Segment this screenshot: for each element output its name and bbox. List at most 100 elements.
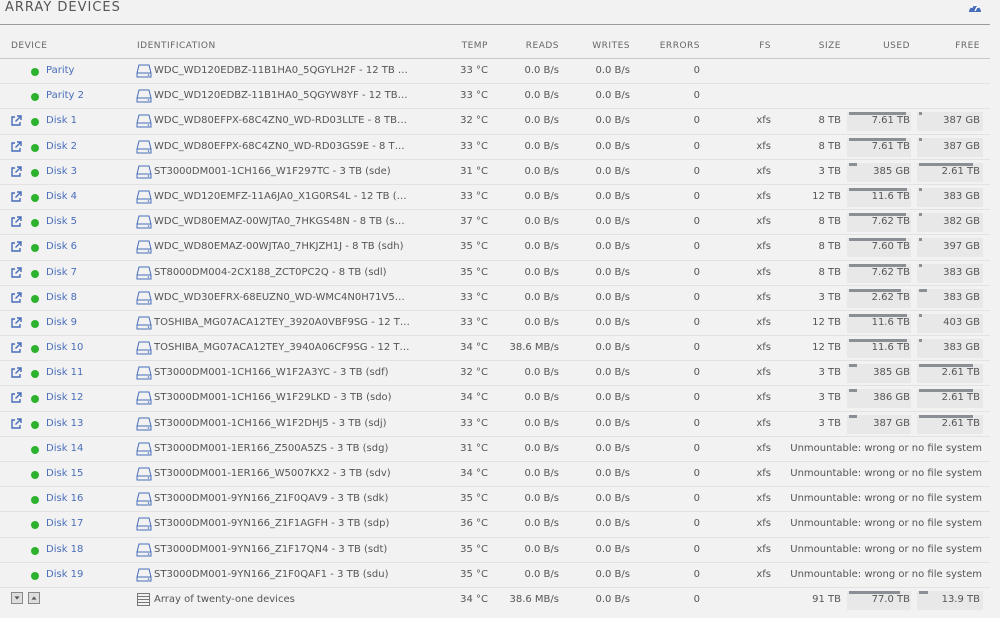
device-name-link[interactable]: Disk 13 xyxy=(46,418,83,429)
hard-drive-icon xyxy=(136,190,152,204)
device-used: 11.6 TB xyxy=(871,316,910,328)
device-used: 2.62 TB xyxy=(871,291,910,303)
status-dot-icon xyxy=(31,68,39,76)
device-fs: xfs xyxy=(756,543,771,555)
device-fs: xfs xyxy=(756,442,771,454)
expand-up-button[interactable] xyxy=(28,591,40,604)
device-reads: 0.0 B/s xyxy=(524,266,559,278)
device-name-link[interactable]: Parity 2 xyxy=(46,90,84,101)
device-name-link[interactable]: Disk 16 xyxy=(46,493,83,504)
device-name-link[interactable]: Disk 8 xyxy=(46,292,77,303)
table-row: Disk 2 WDC_WD80EFPX-68C4ZN0_WD-RD03GS9E -… xyxy=(0,135,990,160)
device-errors: 0 xyxy=(693,291,700,303)
device-free: 383 GB xyxy=(943,266,980,278)
table-row: Disk 14 ST3000DM001-1ER166_Z500A5ZS - 3 T… xyxy=(0,437,990,462)
summary-free: 13.9 TB xyxy=(941,593,980,605)
device-identification: ST3000DM001-1ER166_W5007KX2 - 3 TB (sdv) xyxy=(154,468,391,479)
free-bar xyxy=(919,288,927,292)
free-bar xyxy=(919,213,922,217)
status-dot-icon xyxy=(31,219,39,228)
device-writes: 0.0 B/s xyxy=(595,367,630,379)
device-writes: 0.0 B/s xyxy=(595,291,630,303)
external-link-icon[interactable] xyxy=(10,191,22,203)
device-identification: ST3000DM001-9YN166_Z1F17QN4 - 3 TB (sdt) xyxy=(154,543,388,555)
device-free: 2.61 TB xyxy=(941,392,980,404)
device-name-link[interactable]: Disk 19 xyxy=(46,569,83,580)
device-name-link[interactable]: Disk 9 xyxy=(46,317,77,328)
status-dot-icon xyxy=(31,496,39,505)
table-row: Disk 15 ST3000DM001-1ER166_W5007KX2 - 3 T… xyxy=(0,462,990,488)
summary-temp: 34 °C xyxy=(460,593,488,605)
device-status-note: Unmountable: wrong or no file system xyxy=(790,518,982,530)
device-name-link[interactable]: Disk 14 xyxy=(46,443,83,454)
device-free: 383 GB xyxy=(943,291,980,303)
device-errors: 0 xyxy=(693,165,700,177)
table-row: Disk 10 TOSHIBA_MG07ACA12TEY_3940A06CF9SG… xyxy=(0,336,990,362)
external-link-icon[interactable] xyxy=(10,367,22,379)
device-writes: 0.0 B/s xyxy=(595,518,630,530)
device-fs: xfs xyxy=(756,241,771,253)
dashboard-gauge-icon[interactable] xyxy=(968,1,982,13)
external-link-icon[interactable] xyxy=(10,342,22,354)
device-size: 3 TB xyxy=(818,291,841,303)
device-name-link[interactable]: Disk 11 xyxy=(46,367,83,378)
device-status-note: Unmountable: wrong or no file system xyxy=(790,468,982,479)
device-fs: xfs xyxy=(756,266,771,278)
device-reads: 0.0 B/s xyxy=(524,216,559,228)
device-fs: xfs xyxy=(756,342,771,354)
device-reads: 0.0 B/s xyxy=(524,165,559,177)
free-bar xyxy=(919,238,922,242)
external-link-icon[interactable] xyxy=(10,291,22,304)
device-errors: 0 xyxy=(693,65,700,76)
external-link-icon[interactable] xyxy=(10,115,22,127)
external-link-icon[interactable] xyxy=(10,317,22,329)
device-name-link[interactable]: Disk 10 xyxy=(46,342,83,353)
summary-size: 91 TB xyxy=(812,593,841,605)
device-table: Parity WDC_WD120EDBZ-11B1HA0_5QGYLH2F - 1… xyxy=(0,59,990,613)
device-name-link[interactable]: Disk 3 xyxy=(46,166,77,177)
device-name-link[interactable]: Disk 12 xyxy=(46,392,83,403)
status-dot-icon xyxy=(31,93,39,102)
device-name-link[interactable]: Parity xyxy=(46,65,74,76)
device-fs: xfs xyxy=(756,568,771,580)
external-link-icon[interactable] xyxy=(10,392,22,404)
device-reads: 0.0 B/s xyxy=(524,90,559,102)
device-temp: 35 °C xyxy=(460,543,488,555)
device-writes: 0.0 B/s xyxy=(595,115,630,127)
device-used: 7.61 TB xyxy=(871,115,910,127)
device-name-link[interactable]: Disk 15 xyxy=(46,468,83,479)
device-errors: 0 xyxy=(693,392,700,404)
status-dot-icon xyxy=(31,193,39,202)
external-link-icon[interactable] xyxy=(10,140,22,153)
external-link-icon[interactable] xyxy=(10,417,22,430)
external-link-icon[interactable] xyxy=(10,266,22,279)
device-fs: xfs xyxy=(756,417,771,429)
table-row: Disk 16 ST3000DM001-9YN166_Z1F0QAV9 - 3 T… xyxy=(0,487,990,513)
device-name-link[interactable]: Disk 6 xyxy=(46,241,77,252)
external-link-icon[interactable] xyxy=(10,166,22,178)
device-fs: xfs xyxy=(756,165,771,177)
device-writes: 0.0 B/s xyxy=(595,392,630,404)
device-name-link[interactable]: Disk 7 xyxy=(46,267,77,278)
collapse-down-button[interactable] xyxy=(11,591,23,604)
device-name-link[interactable]: Disk 4 xyxy=(46,191,77,202)
hard-drive-icon xyxy=(136,89,152,103)
device-name-link[interactable]: Disk 5 xyxy=(46,216,77,227)
device-name-link[interactable]: Disk 18 xyxy=(46,544,83,555)
hard-drive-icon xyxy=(136,568,152,582)
device-size: 8 TB xyxy=(818,115,841,127)
external-link-icon[interactable] xyxy=(10,241,22,253)
device-used: 7.62 TB xyxy=(871,216,910,228)
device-reads: 0.0 B/s xyxy=(524,568,559,580)
device-temp: 34 °C xyxy=(460,392,488,404)
device-name-link[interactable]: Disk 17 xyxy=(46,518,83,529)
device-reads: 0.0 B/s xyxy=(524,65,559,76)
table-row: Disk 13 ST3000DM001-1CH166_W1F2DHJ5 - 3 T… xyxy=(0,412,990,437)
external-link-icon[interactable] xyxy=(10,216,22,228)
device-used: 385 GB xyxy=(873,367,910,379)
device-name-link[interactable]: Disk 1 xyxy=(46,115,77,126)
device-free: 383 GB xyxy=(943,190,980,202)
device-identification: ST3000DM001-9YN166_Z1F0QAF1 - 3 TB (sdu) xyxy=(154,568,389,580)
free-bar xyxy=(919,137,922,141)
device-name-link[interactable]: Disk 2 xyxy=(46,141,77,152)
